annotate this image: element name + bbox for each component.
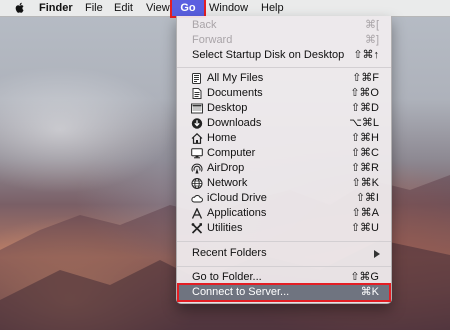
downloads-icon	[191, 118, 203, 129]
menu-item-go-to-folder[interactable]: Go to Folder... ⇧⌘G	[177, 270, 391, 285]
menu-separator	[177, 67, 391, 68]
menu-item-label: AirDrop	[207, 162, 245, 174]
menu-item-desktop[interactable]: Desktop ⇧⌘D	[177, 101, 391, 116]
menu-go[interactable]: Go	[170, 0, 206, 18]
menu-item-label: Utilities	[207, 222, 243, 234]
menu-item-label: Desktop	[207, 102, 248, 114]
applications-icon	[191, 207, 203, 219]
menu-item-label: Select Startup Disk on Desktop	[192, 49, 345, 61]
home-icon	[191, 132, 203, 144]
menu-item-select-startup-disk[interactable]: Select Startup Disk on Desktop ⇧⌘↑	[177, 48, 391, 63]
menu-edit[interactable]: Edit	[114, 0, 133, 16]
airdrop-icon	[191, 163, 203, 174]
menu-item-label: Home	[207, 132, 237, 144]
menu-finder[interactable]: Finder	[39, 0, 73, 16]
menu-bar: Finder File Edit View Go Window Help	[0, 0, 450, 18]
keyboard-shortcut: ⇧⌘F	[352, 72, 379, 84]
menu-item-utilities[interactable]: Utilities ⇧⌘U	[177, 221, 391, 236]
menu-item-label: iCloud Drive	[207, 192, 267, 204]
keyboard-shortcut: ⌘]	[364, 34, 379, 46]
menu-separator	[177, 266, 391, 267]
menu-item-back[interactable]: Back ⌘[	[177, 18, 391, 33]
menu-item-downloads[interactable]: Downloads ⌥⌘L	[177, 116, 391, 131]
keyboard-shortcut: ⇧⌘C	[350, 147, 379, 159]
keyboard-shortcut: ⇧⌘U	[350, 222, 379, 234]
keyboard-shortcut: ⇧⌘I	[355, 192, 379, 204]
go-menu-dropdown: Back ⌘[ Forward ⌘] Select Startup Disk o…	[176, 16, 392, 304]
keyboard-shortcut: ⇧⌘↑	[353, 49, 379, 61]
menu-item-forward[interactable]: Forward ⌘]	[177, 33, 391, 48]
keyboard-shortcut: ⇧⌘G	[350, 271, 379, 283]
menu-item-computer[interactable]: Computer ⇧⌘C	[177, 146, 391, 161]
network-icon	[191, 178, 203, 189]
apple-icon[interactable]	[14, 0, 26, 16]
menu-item-label: Applications	[207, 207, 267, 219]
menu-item-home[interactable]: Home ⇧⌘H	[177, 131, 391, 146]
menu-item-airdrop[interactable]: AirDrop ⇧⌘R	[177, 161, 391, 176]
menu-item-label: All My Files	[207, 72, 264, 84]
desktop-icon	[191, 103, 203, 114]
menu-item-label: Go to Folder...	[192, 271, 262, 283]
keyboard-shortcut: ⌥⌘L	[349, 117, 379, 129]
menu-item-label: Forward	[192, 34, 233, 46]
menu-view[interactable]: View	[146, 0, 170, 16]
menu-item-all-my-files[interactable]: All My Files ⇧⌘F	[177, 71, 391, 86]
menu-item-label: Recent Folders	[192, 247, 267, 259]
keyboard-shortcut: ⌘K	[360, 286, 379, 298]
menu-item-network[interactable]: Network ⇧⌘K	[177, 176, 391, 191]
menu-file[interactable]: File	[85, 0, 103, 16]
all-my-files-icon	[191, 73, 203, 84]
menu-item-recent-folders[interactable]: Recent Folders	[177, 246, 391, 261]
documents-icon	[191, 88, 203, 99]
menu-help[interactable]: Help	[261, 0, 284, 16]
keyboard-shortcut: ⇧⌘A	[351, 207, 379, 219]
keyboard-shortcut: ⇧⌘D	[350, 102, 379, 114]
menu-item-label: Computer	[207, 147, 256, 159]
computer-icon	[191, 148, 203, 159]
menu-item-icloud-drive[interactable]: iCloud Drive ⇧⌘I	[177, 191, 391, 206]
icloud-drive-icon	[191, 193, 203, 204]
menu-item-connect-to-server[interactable]: Connect to Server... ⌘K	[177, 283, 391, 302]
keyboard-shortcut: ⌘[	[364, 19, 379, 31]
menu-item-documents[interactable]: Documents ⇧⌘O	[177, 86, 391, 101]
menu-item-label: Downloads	[207, 117, 262, 129]
menu-item-label: Connect to Server...	[192, 286, 290, 298]
menu-item-label: Back	[192, 19, 217, 31]
menu-item-label: Network	[207, 177, 248, 189]
keyboard-shortcut: ⇧⌘K	[351, 177, 379, 189]
keyboard-shortcut: ⇧⌘O	[350, 87, 379, 99]
keyboard-shortcut: ⇧⌘R	[350, 162, 379, 174]
utilities-icon	[191, 223, 203, 234]
submenu-arrow-icon	[374, 250, 380, 258]
menu-item-label: Documents	[207, 87, 263, 99]
menu-window[interactable]: Window	[209, 0, 248, 16]
menu-separator	[177, 241, 391, 242]
menu-item-applications[interactable]: Applications ⇧⌘A	[177, 206, 391, 221]
keyboard-shortcut: ⇧⌘H	[350, 132, 379, 144]
